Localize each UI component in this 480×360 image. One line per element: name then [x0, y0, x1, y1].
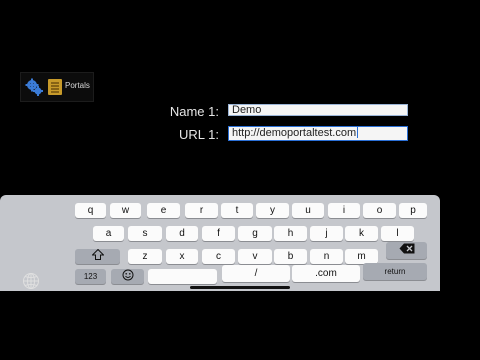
key-a[interactable]: a: [93, 226, 124, 241]
key-t[interactable]: t: [221, 203, 253, 218]
on-screen-keyboard: q w e r t y u i o p a s d f g h j k l z …: [0, 195, 440, 291]
portals-list-icon[interactable]: [46, 77, 66, 97]
key-k[interactable]: k: [345, 226, 378, 241]
key-i[interactable]: i: [328, 203, 360, 218]
globe-icon[interactable]: [22, 272, 40, 295]
space-bar[interactable]: [148, 269, 217, 284]
key-w[interactable]: w: [110, 203, 141, 218]
emoji-face-icon: [122, 269, 133, 281]
key-n[interactable]: n: [310, 249, 343, 264]
key-l[interactable]: l: [381, 226, 414, 241]
key-y[interactable]: y: [256, 203, 289, 218]
url-label: URL 1:: [179, 127, 219, 142]
key-f[interactable]: f: [202, 226, 235, 241]
key-r[interactable]: r: [185, 203, 218, 218]
key-h[interactable]: h: [274, 226, 307, 241]
backspace-key[interactable]: [386, 242, 427, 259]
text-caret: [357, 127, 359, 138]
url-value: http://demoportaltest.com: [232, 127, 357, 139]
shift-key[interactable]: [75, 248, 120, 264]
settings-gears-icon[interactable]: [24, 77, 44, 97]
key-s[interactable]: s: [128, 226, 162, 241]
name-field[interactable]: Demo: [228, 104, 408, 116]
backspace-icon: [399, 243, 414, 254]
key-c[interactable]: c: [202, 249, 235, 264]
emoji-key[interactable]: [111, 269, 144, 284]
key-z[interactable]: z: [128, 249, 162, 264]
name-label: Name 1:: [169, 104, 219, 119]
key-b[interactable]: b: [274, 249, 307, 264]
key-e[interactable]: e: [147, 203, 180, 218]
key-m[interactable]: m: [345, 249, 378, 264]
key-o[interactable]: o: [363, 203, 396, 218]
key-d[interactable]: d: [166, 226, 198, 241]
return-key[interactable]: return: [363, 263, 427, 280]
portals-label[interactable]: Portals: [65, 81, 90, 90]
key-u[interactable]: u: [292, 203, 324, 218]
key-x[interactable]: x: [166, 249, 198, 264]
key-j[interactable]: j: [310, 226, 343, 241]
url-field[interactable]: http://demoportaltest.com: [228, 126, 408, 141]
key-v[interactable]: v: [238, 249, 272, 264]
shift-arrow-icon: [90, 248, 105, 260]
dotcom-key[interactable]: .com: [292, 265, 360, 282]
key-p[interactable]: p: [399, 203, 427, 218]
numbers-key[interactable]: 123: [75, 269, 106, 284]
toolbar: Portals: [20, 72, 94, 102]
home-indicator: [190, 286, 290, 289]
slash-key[interactable]: /: [222, 265, 290, 282]
key-q[interactable]: q: [75, 203, 106, 218]
key-g[interactable]: g: [238, 226, 272, 241]
